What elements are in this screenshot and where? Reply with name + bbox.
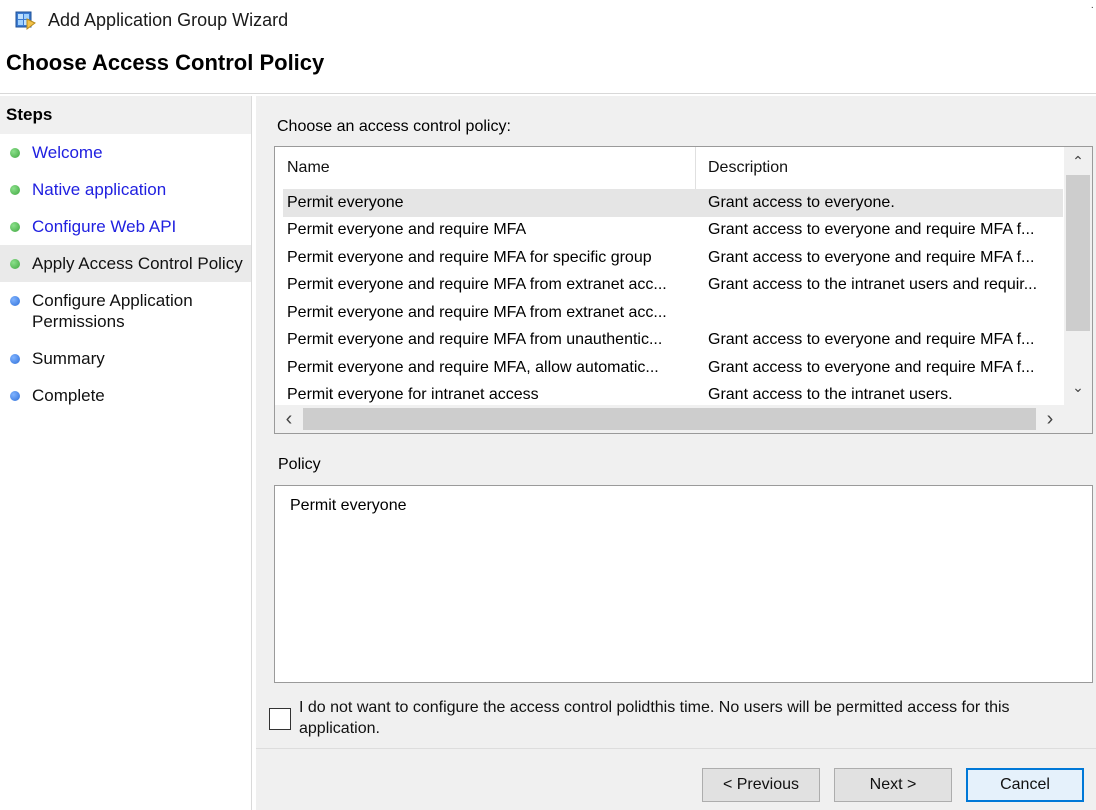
window-title: Add Application Group Wizard xyxy=(48,9,289,30)
window-titlebar: Add Application Group Wizard · xyxy=(0,0,1096,40)
policy-list[interactable]: Name Description Permit everyone Grant a… xyxy=(274,146,1093,434)
policy-description: Grant access to the intranet users and r… xyxy=(708,276,1038,294)
step-label[interactable]: Native application xyxy=(32,179,166,200)
step-native-application[interactable]: Native application xyxy=(0,171,251,208)
step-apply-access-control-policy: Apply Access Control Policy xyxy=(0,245,251,282)
wizard-header: Choose Access Control Policy xyxy=(0,40,1096,94)
policy-description: Grant access to everyone. xyxy=(708,193,895,211)
policy-row[interactable]: Permit everyone and require MFA for spec… xyxy=(283,244,1063,272)
policy-row[interactable]: Permit everyone Grant access to everyone… xyxy=(283,189,1063,217)
opt-out-checkbox-label[interactable]: I do not want to configure the access co… xyxy=(299,697,1089,739)
column-header-name[interactable]: Name xyxy=(283,147,696,189)
step-completed-icon xyxy=(10,185,20,195)
corner-mark: · xyxy=(1090,2,1094,13)
previous-button[interactable]: < Previous xyxy=(702,768,820,802)
policy-name: Permit everyone and require MFA from ext… xyxy=(287,276,667,294)
policy-row[interactable]: Permit everyone and require MFA from una… xyxy=(283,327,1063,355)
step-complete: Complete xyxy=(0,377,251,414)
policy-list-viewport: Name Description Permit everyone Grant a… xyxy=(283,147,1063,405)
policy-list-header: Name Description xyxy=(283,147,1063,189)
application-group-icon xyxy=(14,9,36,31)
policy-text-box: Permit everyone xyxy=(274,485,1093,683)
step-welcome[interactable]: Welcome xyxy=(0,134,251,171)
step-pending-icon xyxy=(10,296,20,306)
next-button[interactable]: Next > xyxy=(834,768,952,802)
vertical-scrollbar[interactable]: ⌃ ⌄ xyxy=(1064,147,1092,405)
scroll-left-icon[interactable]: ‹ xyxy=(275,405,303,433)
step-configure-web-api[interactable]: Configure Web API xyxy=(0,208,251,245)
step-label: Summary xyxy=(32,349,105,368)
policy-row[interactable]: Permit everyone and require MFA, allow a… xyxy=(283,354,1063,382)
policy-row[interactable]: Permit everyone and require MFA Grant ac… xyxy=(283,217,1063,245)
step-pending-icon xyxy=(10,354,20,364)
horizontal-scroll-thumb[interactable] xyxy=(303,408,1036,430)
policy-description: Grant access to everyone and require MFA… xyxy=(708,221,1035,239)
cancel-button[interactable]: Cancel xyxy=(966,768,1084,802)
policy-description: Grant access to the intranet users. xyxy=(708,386,953,404)
steps-panel: Steps Welcome Native application Configu… xyxy=(0,96,252,810)
policy-row[interactable]: Permit everyone and require MFA from ext… xyxy=(283,299,1063,327)
main-panel: Choose an access control policy: Name De… xyxy=(256,96,1096,810)
policy-row[interactable]: Permit everyone for intranet access Gran… xyxy=(283,382,1063,406)
step-pending-icon xyxy=(10,391,20,401)
step-label: Complete xyxy=(32,386,105,405)
opt-out-checkbox[interactable] xyxy=(269,708,291,730)
policy-row[interactable]: Permit everyone and require MFA from ext… xyxy=(283,272,1063,300)
scroll-up-icon[interactable]: ⌃ xyxy=(1064,147,1092,175)
policy-description: Grant access to everyone and require MFA… xyxy=(708,358,1035,376)
steps-header: Steps xyxy=(0,96,251,134)
policy-name: Permit everyone and require MFA, allow a… xyxy=(287,358,659,376)
column-header-description[interactable]: Description xyxy=(696,159,788,177)
horizontal-scrollbar[interactable]: ‹ › xyxy=(275,405,1092,433)
step-configure-application-permissions: Configure Application Permissions xyxy=(0,282,251,340)
scroll-down-icon[interactable]: ⌄ xyxy=(1064,373,1092,401)
policy-text: Permit everyone xyxy=(290,497,407,514)
policy-name: Permit everyone and require MFA from ext… xyxy=(287,303,667,321)
step-current-icon xyxy=(10,259,20,269)
policy-list-label: Choose an access control policy: xyxy=(277,118,511,135)
policy-name: Permit everyone and require MFA from una… xyxy=(287,331,663,349)
step-label[interactable]: Welcome xyxy=(32,142,103,163)
vertical-scroll-thumb[interactable] xyxy=(1066,175,1090,331)
step-completed-icon xyxy=(10,222,20,232)
policy-name: Permit everyone and require MFA xyxy=(287,221,527,239)
step-label: Configure Application Permissions xyxy=(32,291,193,331)
policy-name: Permit everyone and require MFA for spec… xyxy=(287,248,652,266)
step-summary: Summary xyxy=(0,340,251,377)
policy-description: Grant access to everyone and require MFA… xyxy=(708,331,1035,349)
step-label: Apply Access Control Policy xyxy=(32,254,243,273)
page-title: Choose Access Control Policy xyxy=(6,50,325,75)
wizard-footer: < Previous Next > Cancel xyxy=(256,748,1096,810)
policy-description: Grant access to everyone and require MFA… xyxy=(708,248,1035,266)
policy-name: Permit everyone for intranet access xyxy=(287,386,539,404)
step-completed-icon xyxy=(10,148,20,158)
step-label[interactable]: Configure Web API xyxy=(32,216,176,237)
policy-label: Policy xyxy=(278,456,321,473)
policy-name: Permit everyone xyxy=(287,193,404,211)
scroll-right-icon[interactable]: › xyxy=(1036,405,1064,433)
